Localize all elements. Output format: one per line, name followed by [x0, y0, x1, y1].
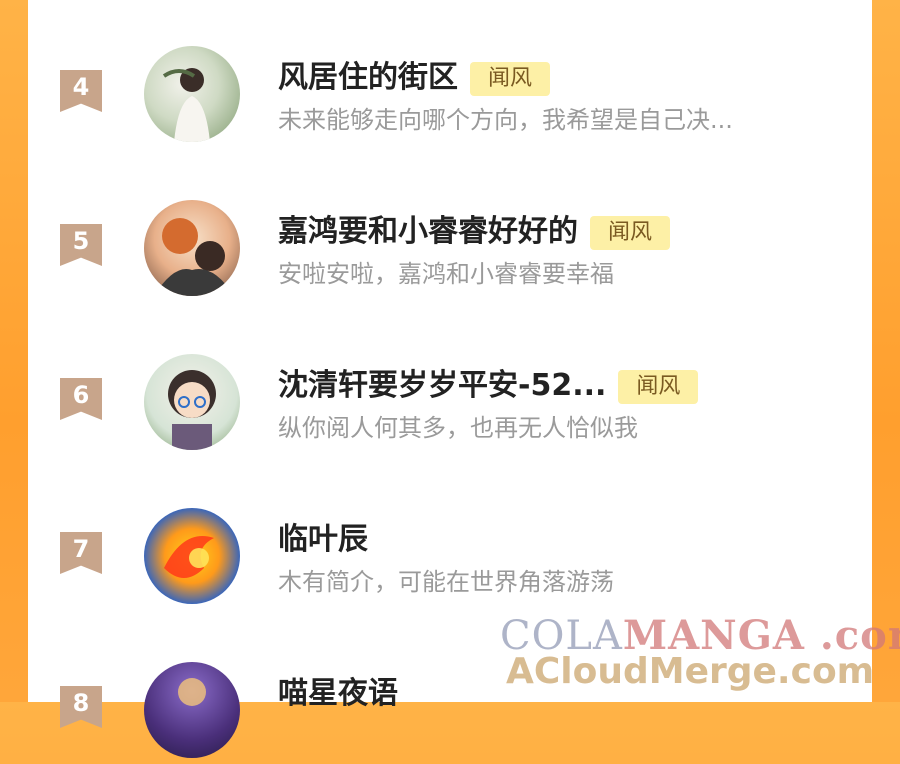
user-tag-badge: 闻风	[618, 369, 699, 404]
list-item[interactable]: 5 嘉鸿要和小睿睿好好的 闻风 安啦安啦，嘉鸿和小睿睿要幸福	[28, 192, 872, 302]
user-name-row: 嘉鸿要和小睿睿好好的 闻风	[278, 206, 671, 250]
user-name-row: 风居住的街区 闻风	[278, 52, 551, 96]
avatar-night-cat-icon	[178, 678, 206, 706]
user-tag-badge: 闻风	[470, 61, 551, 96]
user-name[interactable]: 嘉鸿要和小睿睿好好的	[278, 214, 578, 249]
avatar[interactable]	[144, 46, 240, 142]
list-item[interactable]: 6 沈清轩要岁岁平安-52... 闻风 纵你阅人何其多，也再无人恰似我	[28, 346, 872, 456]
user-description: 未来能够走向哪个方向，我希望是自己决...	[278, 106, 733, 134]
avatar[interactable]	[144, 354, 240, 450]
user-name-row: 沈清轩要岁岁平安-52... 闻风	[278, 360, 699, 404]
list-item[interactable]: 4 风居住的街区 闻风 未来能够走向哪个方向，我希望是自己决...	[28, 38, 872, 148]
rank-badge: 7	[60, 532, 102, 574]
list-item[interactable]: 7 临叶辰 木有简介，可能在世界角落游荡	[28, 500, 872, 610]
user-name-row: 临叶辰	[278, 514, 368, 558]
watermark-acloudmerge: ACloudMerge.com	[506, 651, 875, 692]
user-tag-badge: 闻风	[590, 215, 671, 250]
user-name[interactable]: 风居住的街区	[278, 60, 458, 95]
rank-badge: 6	[60, 378, 102, 420]
user-description: 木有简介，可能在世界角落游荡	[278, 568, 614, 596]
avatar[interactable]	[144, 508, 240, 604]
avatar[interactable]	[144, 662, 240, 758]
user-description: 纵你阅人何其多，也再无人恰似我	[278, 414, 638, 442]
ranking-panel: 4 风居住的街区 闻风 未来能够走向哪个方向，我希望是自己决... 5 嘉鸿要和小…	[28, 0, 872, 758]
user-name-row: 喵星夜语	[278, 668, 398, 712]
avatar-two-boys-anime-icon	[154, 218, 234, 296]
user-name[interactable]: 喵星夜语	[278, 676, 398, 711]
user-name[interactable]: 沈清轩要岁岁平安-52...	[278, 368, 606, 403]
rank-badge: 5	[60, 224, 102, 266]
avatar-flame-swirl-icon	[164, 536, 214, 578]
avatar-girl-garden-icon	[162, 68, 210, 142]
user-description: 安啦安啦，嘉鸿和小睿睿要幸福	[278, 260, 614, 288]
rank-badge: 4	[60, 70, 102, 112]
avatar-chibi-boy-glasses-icon	[168, 370, 216, 450]
rank-badge: 8	[60, 686, 102, 728]
avatar[interactable]	[144, 200, 240, 296]
user-name[interactable]: 临叶辰	[278, 522, 368, 557]
